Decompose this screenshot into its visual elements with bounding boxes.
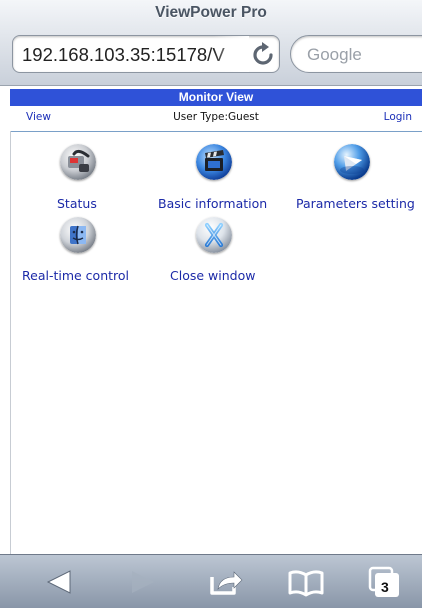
menu-label-basic-information[interactable]: Basic information [158,196,267,211]
user-type: User Type:Guest [10,111,422,123]
browser-top-bar: ViewPower Pro 192.168.103.35:15178/V Goo… [0,0,422,86]
url-fade [213,36,249,72]
x-close-icon[interactable] [196,217,232,253]
film-clapper-icon[interactable] [196,144,232,180]
menu-label-close-window[interactable]: Close window [170,268,255,283]
screen: ViewPower Pro 192.168.103.35:15178/V Goo… [0,0,422,608]
address-bar[interactable]: 192.168.103.35:15178/V [12,35,280,73]
menu-label-real-time-control[interactable]: Real-time control [22,268,129,283]
share-icon[interactable] [206,565,246,599]
tabs-icon[interactable]: 3 [365,565,405,599]
page-title: ViewPower Pro [155,4,267,21]
search-placeholder[interactable]: Google [307,45,362,65]
browser-bottom-toolbar: 3 [0,554,422,608]
menu-label-parameters-setting[interactable]: Parameters setting [296,196,415,211]
finder-face-icon[interactable] [60,217,96,253]
menu-label-status[interactable]: Status [57,196,97,211]
bookmarks-book-icon[interactable] [286,565,326,599]
reload-icon[interactable] [250,42,276,68]
user-info-row: View User Type:Guest Login [10,108,422,128]
globe-settings-icon[interactable] [334,144,370,180]
header-divider [10,131,422,132]
monitor-view-banner: Monitor View [10,89,422,106]
forward-arrow-icon [132,571,154,593]
login-link[interactable]: Login [384,111,412,123]
content-left-border [10,131,11,554]
back-arrow-icon[interactable] [40,565,80,599]
status-phone-icon[interactable] [60,144,96,180]
user-type-value: Guest [228,111,259,123]
tab-count-label: 3 [381,579,389,595]
user-type-label: User Type: [173,111,229,123]
search-field[interactable]: Google [290,35,422,73]
